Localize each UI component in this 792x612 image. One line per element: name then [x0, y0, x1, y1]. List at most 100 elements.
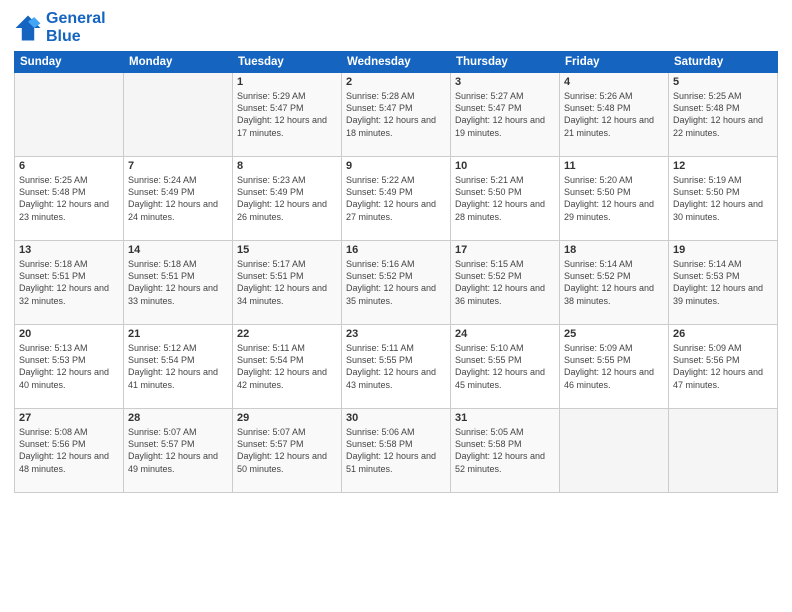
day-number: 21	[128, 328, 228, 340]
day-number: 23	[346, 328, 446, 340]
day-info: Sunrise: 5:24 AM Sunset: 5:49 PM Dayligh…	[128, 174, 228, 223]
calendar-cell: 2 Sunrise: 5:28 AM Sunset: 5:47 PM Daylig…	[342, 73, 451, 157]
logo-text: General Blue	[46, 10, 106, 45]
calendar-cell: 8Sunrise: 5:23 AM Sunset: 5:49 PM Daylig…	[233, 157, 342, 241]
calendar-cell: 15 Sunrise: 5:17 AM Sunset: 5:51 PM Dayli…	[233, 241, 342, 325]
day-info: Sunrise: 5:11 AM Sunset: 5:54 PM Dayligh…	[237, 342, 337, 391]
calendar-cell: 16 Sunrise: 5:16 AM Sunset: 5:52 PM Dayli…	[342, 241, 451, 325]
calendar-cell: 12 Sunrise: 5:19 AM Sunset: 5:50 PM Dayli…	[669, 157, 778, 241]
day-number: 17	[455, 244, 555, 256]
calendar-cell: 30 Sunrise: 5:06 AM Sunset: 5:58 PM Dayli…	[342, 409, 451, 493]
weekday-header-monday: Monday	[124, 52, 233, 73]
weekday-header-friday: Friday	[560, 52, 669, 73]
weekday-header-thursday: Thursday	[451, 52, 560, 73]
calendar-table: SundayMondayTuesdayWednesdayThursdayFrid…	[14, 51, 778, 493]
day-number: 15	[237, 244, 337, 256]
calendar-cell: 22 Sunrise: 5:11 AM Sunset: 5:54 PM Dayli…	[233, 325, 342, 409]
day-number: 25	[564, 328, 664, 340]
day-number: 11	[564, 160, 664, 172]
calendar-cell: 10 Sunrise: 5:21 AM Sunset: 5:50 PM Dayli…	[451, 157, 560, 241]
day-number: 27	[19, 412, 119, 424]
weekday-header-tuesday: Tuesday	[233, 52, 342, 73]
day-number: 10	[455, 160, 555, 172]
day-info: Sunrise: 5:05 AM Sunset: 5:58 PM Dayligh…	[455, 426, 555, 475]
day-number: 14	[128, 244, 228, 256]
day-info: Sunrise: 5:17 AM Sunset: 5:51 PM Dayligh…	[237, 258, 337, 307]
day-number: 8	[237, 160, 337, 172]
day-info: Sunrise: 5:18 AM Sunset: 5:51 PM Dayligh…	[128, 258, 228, 307]
calendar-cell: 13 Sunrise: 5:18 AM Sunset: 5:51 PM Dayli…	[15, 241, 124, 325]
day-number: 1	[237, 76, 337, 88]
weekday-header-wednesday: Wednesday	[342, 52, 451, 73]
day-number: 20	[19, 328, 119, 340]
day-number: 7	[128, 160, 228, 172]
calendar-cell: 27 Sunrise: 5:08 AM Sunset: 5:56 PM Dayli…	[15, 409, 124, 493]
weekday-header-sunday: Sunday	[15, 52, 124, 73]
calendar-week-3: 13 Sunrise: 5:18 AM Sunset: 5:51 PM Dayli…	[15, 241, 778, 325]
day-info: Sunrise: 5:15 AM Sunset: 5:52 PM Dayligh…	[455, 258, 555, 307]
day-number: 12	[673, 160, 773, 172]
calendar-week-5: 27 Sunrise: 5:08 AM Sunset: 5:56 PM Dayli…	[15, 409, 778, 493]
day-number: 19	[673, 244, 773, 256]
day-info: Sunrise: 5:11 AM Sunset: 5:55 PM Dayligh…	[346, 342, 446, 391]
calendar-cell: 28 Sunrise: 5:07 AM Sunset: 5:57 PM Dayli…	[124, 409, 233, 493]
weekday-header-saturday: Saturday	[669, 52, 778, 73]
calendar-week-1: 1 Sunrise: 5:29 AM Sunset: 5:47 PM Daylig…	[15, 73, 778, 157]
calendar-cell: 24Sunrise: 5:10 AM Sunset: 5:55 PM Dayli…	[451, 325, 560, 409]
calendar-cell	[560, 409, 669, 493]
day-info: Sunrise: 5:20 AM Sunset: 5:50 PM Dayligh…	[564, 174, 664, 223]
calendar-cell: 14 Sunrise: 5:18 AM Sunset: 5:51 PM Dayli…	[124, 241, 233, 325]
day-info: Sunrise: 5:29 AM Sunset: 5:47 PM Dayligh…	[237, 90, 337, 139]
calendar-cell: 20 Sunrise: 5:13 AM Sunset: 5:53 PM Dayli…	[15, 325, 124, 409]
day-number: 2	[346, 76, 446, 88]
header: General Blue	[14, 10, 778, 45]
day-info: Sunrise: 5:28 AM Sunset: 5:47 PM Dayligh…	[346, 90, 446, 139]
calendar-cell: 7 Sunrise: 5:24 AM Sunset: 5:49 PM Daylig…	[124, 157, 233, 241]
day-info: Sunrise: 5:18 AM Sunset: 5:51 PM Dayligh…	[19, 258, 119, 307]
day-info: Sunrise: 5:06 AM Sunset: 5:58 PM Dayligh…	[346, 426, 446, 475]
calendar-cell: 25Sunrise: 5:09 AM Sunset: 5:55 PM Dayli…	[560, 325, 669, 409]
calendar-cell	[669, 409, 778, 493]
calendar-cell: 5 Sunrise: 5:25 AM Sunset: 5:48 PM Daylig…	[669, 73, 778, 157]
day-info: Sunrise: 5:08 AM Sunset: 5:56 PM Dayligh…	[19, 426, 119, 475]
day-info: Sunrise: 5:09 AM Sunset: 5:56 PM Dayligh…	[673, 342, 773, 391]
calendar-cell	[15, 73, 124, 157]
day-number: 26	[673, 328, 773, 340]
calendar-cell: 26 Sunrise: 5:09 AM Sunset: 5:56 PM Dayli…	[669, 325, 778, 409]
calendar-cell: 31Sunrise: 5:05 AM Sunset: 5:58 PM Dayli…	[451, 409, 560, 493]
day-number: 3	[455, 76, 555, 88]
logo: General Blue	[14, 10, 106, 45]
calendar-cell: 21 Sunrise: 5:12 AM Sunset: 5:54 PM Dayli…	[124, 325, 233, 409]
logo-icon	[14, 14, 42, 42]
calendar-cell: 18Sunrise: 5:14 AM Sunset: 5:52 PM Dayli…	[560, 241, 669, 325]
day-info: Sunrise: 5:14 AM Sunset: 5:53 PM Dayligh…	[673, 258, 773, 307]
day-info: Sunrise: 5:16 AM Sunset: 5:52 PM Dayligh…	[346, 258, 446, 307]
page: General Blue SundayMondayTuesdayWednesda…	[0, 0, 792, 612]
day-number: 16	[346, 244, 446, 256]
day-info: Sunrise: 5:25 AM Sunset: 5:48 PM Dayligh…	[673, 90, 773, 139]
day-number: 18	[564, 244, 664, 256]
calendar-cell	[124, 73, 233, 157]
weekday-header-row: SundayMondayTuesdayWednesdayThursdayFrid…	[15, 52, 778, 73]
day-number: 13	[19, 244, 119, 256]
day-info: Sunrise: 5:22 AM Sunset: 5:49 PM Dayligh…	[346, 174, 446, 223]
day-info: Sunrise: 5:10 AM Sunset: 5:55 PM Dayligh…	[455, 342, 555, 391]
day-info: Sunrise: 5:26 AM Sunset: 5:48 PM Dayligh…	[564, 90, 664, 139]
day-number: 30	[346, 412, 446, 424]
calendar-cell: 9Sunrise: 5:22 AM Sunset: 5:49 PM Daylig…	[342, 157, 451, 241]
calendar-cell: 6Sunrise: 5:25 AM Sunset: 5:48 PM Daylig…	[15, 157, 124, 241]
day-number: 28	[128, 412, 228, 424]
day-number: 5	[673, 76, 773, 88]
day-info: Sunrise: 5:07 AM Sunset: 5:57 PM Dayligh…	[128, 426, 228, 475]
calendar-cell: 29Sunrise: 5:07 AM Sunset: 5:57 PM Dayli…	[233, 409, 342, 493]
day-info: Sunrise: 5:19 AM Sunset: 5:50 PM Dayligh…	[673, 174, 773, 223]
day-info: Sunrise: 5:13 AM Sunset: 5:53 PM Dayligh…	[19, 342, 119, 391]
calendar-cell: 19 Sunrise: 5:14 AM Sunset: 5:53 PM Dayli…	[669, 241, 778, 325]
day-info: Sunrise: 5:27 AM Sunset: 5:47 PM Dayligh…	[455, 90, 555, 139]
day-info: Sunrise: 5:12 AM Sunset: 5:54 PM Dayligh…	[128, 342, 228, 391]
day-number: 22	[237, 328, 337, 340]
day-info: Sunrise: 5:21 AM Sunset: 5:50 PM Dayligh…	[455, 174, 555, 223]
calendar-cell: 11 Sunrise: 5:20 AM Sunset: 5:50 PM Dayli…	[560, 157, 669, 241]
calendar-cell: 4Sunrise: 5:26 AM Sunset: 5:48 PM Daylig…	[560, 73, 669, 157]
calendar-cell: 17 Sunrise: 5:15 AM Sunset: 5:52 PM Dayli…	[451, 241, 560, 325]
